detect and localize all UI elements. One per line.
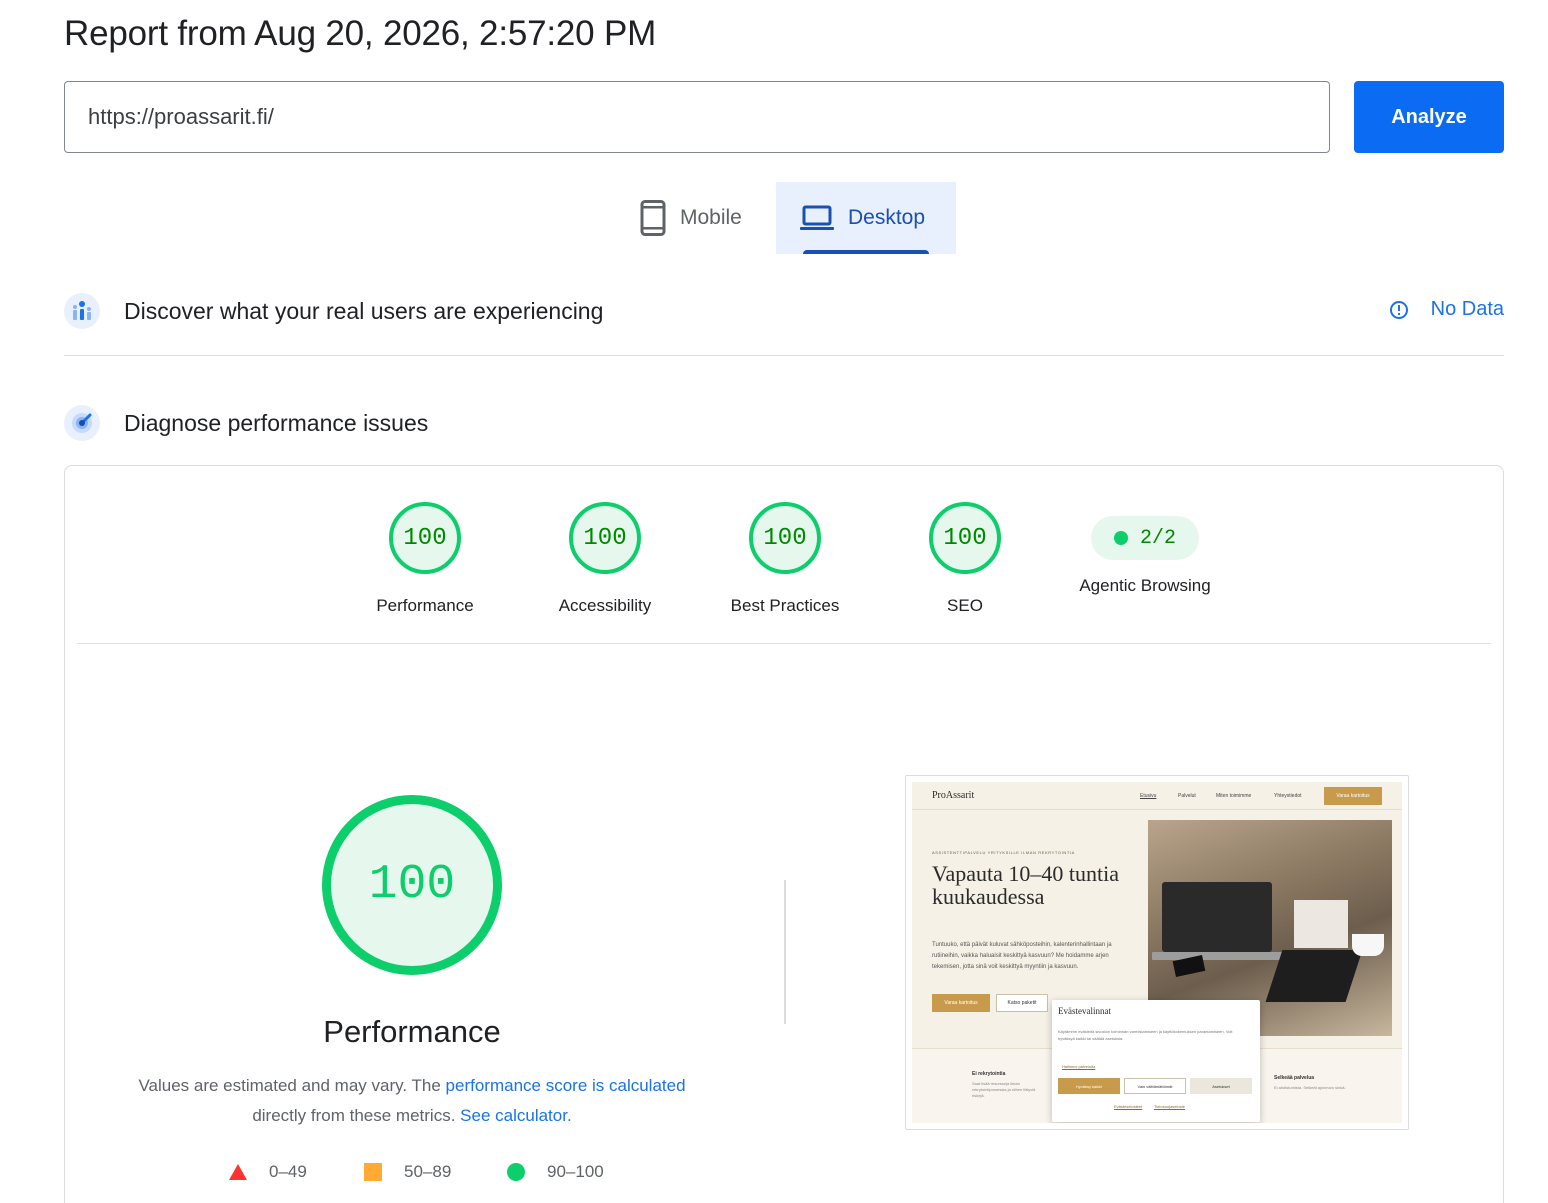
cookie-title: Evästevalinnat <box>1058 1006 1111 1016</box>
cookie-accept-button: Hyväksy kaikki <box>1058 1078 1120 1094</box>
agentic-pill: 2/2 <box>1091 516 1199 560</box>
preview-feature-text: Saat lisää resursseja ilman rekrytointip… <box>972 1081 1036 1098</box>
no-data-link[interactable]: No Data <box>1389 298 1504 321</box>
notebook-illustration <box>1265 950 1363 1002</box>
preview-nav-item: Etusivu <box>1140 793 1157 799</box>
preview-nav-item: Yhteystiedot <box>1274 793 1302 799</box>
final-screenshot[interactable]: ProAssarit Etusivu Palvelut Miten toimim… <box>905 775 1409 1130</box>
preview-headline: Vapauta 10–40 tuntia kuukaudessa <box>932 861 1119 909</box>
cup-illustration <box>1352 934 1384 956</box>
url-input[interactable] <box>64 81 1330 153</box>
tab-mobile[interactable]: Mobile <box>622 182 776 254</box>
gauge-label: SEO <box>947 596 983 615</box>
cookie-settings-button: Asetukset <box>1190 1078 1252 1094</box>
legend-label: 90–100 <box>547 1162 604 1181</box>
laptop-illustration <box>1162 882 1272 952</box>
legend-label: 0–49 <box>269 1162 307 1181</box>
triangle-icon <box>229 1164 247 1180</box>
gauge-score: 100 <box>389 502 461 574</box>
preview-nav-cta: Varaa kartoitus <box>1324 787 1382 805</box>
cookie-necessary-button: Vain välttämättömät <box>1124 1078 1186 1094</box>
gauge-score: 100 <box>749 502 821 574</box>
preview-nav: ProAssarit Etusivu Palvelut Miten toimim… <box>912 782 1402 810</box>
square-icon <box>364 1163 382 1181</box>
gauge-label: Accessibility <box>558 596 652 615</box>
preview-logo: ProAssarit <box>932 790 975 801</box>
circle-icon <box>507 1163 525 1181</box>
users-chart-icon <box>64 293 100 329</box>
preview-body: Tuntuuko, että päivät kuluvat sähköposte… <box>932 942 1112 970</box>
legend-fail: 0–49 <box>229 1160 307 1184</box>
legend-average: 50–89 <box>364 1160 451 1184</box>
preview-cta-secondary: Katso paketit <box>996 994 1048 1012</box>
see-calculator-link[interactable]: See calculator. <box>460 1106 572 1125</box>
tab-desktop-label: Desktop <box>848 206 926 229</box>
tab-desktop[interactable]: Desktop <box>776 182 956 254</box>
gauge-label: Agentic Browsing <box>1079 576 1211 595</box>
gauge-agentic-browsing[interactable]: 2/2 Agentic Browsing <box>1065 502 1225 596</box>
page-preview: ProAssarit Etusivu Palvelut Miten toimim… <box>912 782 1402 1123</box>
analyze-button[interactable]: Analyze <box>1354 81 1504 153</box>
gauge-icon <box>64 405 100 441</box>
device-tabs: Mobile Desktop <box>622 182 956 254</box>
performance-gauge: 100 <box>322 795 502 975</box>
gauge-seo[interactable]: 100 SEO <box>885 502 1045 616</box>
legend-pass: 90–100 <box>507 1160 604 1184</box>
gauge-performance[interactable]: 100 Performance <box>345 502 505 616</box>
preview-nav-item: Miten toimimme <box>1216 793 1252 799</box>
score-gauges: 100 Performance 100 Accessibility 100 Be… <box>65 466 1503 644</box>
cookie-footer-link: Evästeselosteet <box>1114 1104 1143 1109</box>
preview-cta-primary: Varaa kartoitus <box>932 994 990 1012</box>
note-text: Values are estimated and may vary. The <box>138 1076 441 1095</box>
gauge-score: 100 <box>929 502 1001 574</box>
performance-note: Values are estimated and may vary. The p… <box>112 1071 712 1131</box>
field-data-section: Discover what your real users are experi… <box>64 292 1504 330</box>
gauge-best-practices[interactable]: 100 Best Practices <box>705 502 865 616</box>
laptop-icon <box>800 205 834 231</box>
vertical-divider <box>784 880 786 1024</box>
gauge-label: Performance <box>376 596 474 615</box>
agentic-score: 2/2 <box>1139 526 1176 550</box>
smartphone-icon <box>640 200 666 236</box>
diagnose-section: Diagnose performance issues <box>64 404 1504 442</box>
section-divider <box>64 355 1504 356</box>
field-data-title: Discover what your real users are experi… <box>124 297 604 324</box>
preview-feature-text: Ei ahdistumista. Selkeät ajoneuvo sinkä. <box>1274 1085 1346 1090</box>
legend-label: 50–89 <box>404 1162 452 1181</box>
preview-cookie-dialog: Evästevalinnat Käytämme evästeitä sivust… <box>1052 1000 1260 1122</box>
score-calculated-link[interactable]: performance score is calculated <box>446 1076 686 1095</box>
cookie-text: Käytämme evästeitä sivuston toiminnan va… <box>1058 1029 1233 1041</box>
info-icon <box>1389 300 1409 320</box>
preview-feature-title: Selkeää palvelua <box>1274 1075 1315 1081</box>
preview-kicker: ASSISTENTTIPALVELU YRITYKSILLE ILMAN REK… <box>932 850 1075 855</box>
cookie-footer-link: Tietosuojaseloste <box>1154 1104 1185 1109</box>
gauge-accessibility[interactable]: 100 Accessibility <box>525 502 685 616</box>
performance-title: Performance <box>323 1014 501 1049</box>
pass-dot-icon <box>1113 531 1128 545</box>
no-data-label: No Data <box>1430 298 1504 320</box>
gauge-score: 100 <box>569 502 641 574</box>
diagnose-title: Diagnose performance issues <box>124 409 429 436</box>
tab-mobile-label: Mobile <box>680 206 742 229</box>
card-divider <box>77 643 1491 644</box>
preview-nav-item: Palvelut <box>1178 793 1196 799</box>
cookie-manage-link: Hallinnoi palveluita <box>1062 1064 1096 1069</box>
laptop-base-illustration <box>1152 952 1284 960</box>
note-text-2: directly from these metrics. <box>252 1106 456 1125</box>
page-title: Report from Aug 20, 2026, 2:57:20 PM <box>64 14 657 53</box>
preview-feature-title: Ei rekrytointia <box>972 1071 1006 1077</box>
report-card: 100 Performance 100 Accessibility 100 Be… <box>64 465 1504 1203</box>
gauge-label: Best Practices <box>730 596 840 615</box>
calendar-illustration <box>1294 900 1348 948</box>
